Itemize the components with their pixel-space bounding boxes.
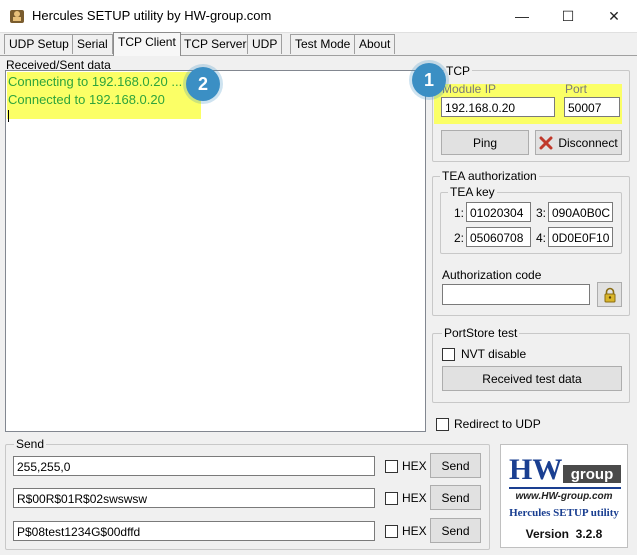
logo-product: Hercules SETUP utility (509, 507, 619, 519)
logo-version: Version 3.2.8 (525, 527, 603, 541)
minimize-button[interactable]: — (499, 0, 545, 32)
ping-button[interactable]: Ping (441, 130, 529, 155)
hercules-app-icon (10, 10, 24, 23)
tea-key-4-input[interactable]: 0D0E0F10 (548, 227, 613, 247)
disconnect-label: Disconnect (558, 135, 618, 150)
disconnect-x-icon (539, 136, 553, 149)
tab-tcp-client[interactable]: TCP Client (113, 32, 181, 56)
tab-test-mode[interactable]: Test Mode (290, 34, 356, 54)
send-group-title: Send (14, 437, 47, 451)
received-line: Connecting to 192.168.0.20 ... (8, 74, 183, 89)
logo-hw-text: HW (509, 453, 563, 486)
send-button-2[interactable]: Send (430, 485, 481, 510)
hex-checkbox-1[interactable] (385, 460, 398, 473)
tab-serial[interactable]: Serial (72, 34, 113, 54)
nvt-disable-label: NVT disable (461, 347, 527, 361)
received-test-data-button[interactable]: Received test data (442, 366, 622, 391)
hex-label: HEX (402, 459, 427, 473)
authorization-code-input[interactable] (442, 284, 590, 305)
minimize-icon: — (515, 8, 529, 24)
logo-url: www.HW-group.com (515, 491, 613, 502)
maximize-button[interactable]: ☐ (545, 0, 591, 32)
module-ip-input[interactable]: 192.168.0.20 (441, 97, 555, 117)
tea-group-title: TEA authorization (440, 169, 539, 183)
tea-key-number: 1: (454, 206, 465, 220)
tab-udp[interactable]: UDP (247, 34, 283, 54)
hex-label: HEX (402, 524, 427, 538)
logo-rule (509, 487, 621, 489)
annotation-badge-2: 2 (186, 67, 220, 101)
nvt-disable-checkbox[interactable] (442, 348, 455, 361)
disconnect-button[interactable]: Disconnect (535, 130, 622, 155)
tea-key-number: 4: (536, 231, 547, 245)
redirect-udp-checkbox[interactable] (436, 418, 449, 431)
tea-key-number: 2: (454, 231, 465, 245)
send-button-1[interactable]: Send (430, 453, 481, 478)
close-button[interactable]: ✕ (591, 0, 637, 32)
module-ip-label: Module IP (442, 82, 497, 96)
tcp-group-title: TCP (444, 64, 472, 78)
hw-group-logo[interactable]: HW group www.HW-group.com Hercules SETUP… (500, 444, 628, 548)
tea-key-1-input[interactable]: 01020304 (466, 202, 531, 222)
lock-button[interactable] (597, 282, 622, 307)
tab-divider (0, 55, 637, 56)
tea-key-2-input[interactable]: 05060708 (466, 227, 531, 247)
maximize-icon: ☐ (561, 7, 575, 24)
tab-about[interactable]: About (354, 34, 396, 54)
annotation-badge-1: 1 (412, 63, 446, 97)
hex-checkbox-3[interactable] (385, 525, 398, 538)
received-data-area[interactable]: Connecting to 192.168.0.20 ... Connected… (5, 70, 426, 432)
tea-key-number: 3: (536, 206, 547, 220)
tab-udp-setup[interactable]: UDP Setup (4, 34, 74, 54)
tea-key-title: TEA key (448, 185, 497, 199)
tea-key-3-input[interactable]: 090A0B0C (548, 202, 613, 222)
logo-group-text: group (563, 465, 621, 483)
port-label: Port (565, 82, 588, 96)
authorization-code-label: Authorization code (442, 268, 542, 282)
hex-checkbox-2[interactable] (385, 492, 398, 505)
redirect-udp-label: Redirect to UDP (454, 417, 541, 431)
send-input-2[interactable]: R$00R$01R$02swswsw (13, 488, 375, 508)
send-input-3[interactable]: P$08test1234G$00dffd (13, 521, 375, 541)
text-cursor (8, 110, 9, 122)
hex-label: HEX (402, 491, 427, 505)
lock-icon (604, 287, 615, 302)
portstore-group-title: PortStore test (442, 326, 520, 340)
window-title: Hercules SETUP utility by HW-group.com (32, 8, 272, 23)
title-bar[interactable]: Hercules SETUP utility by HW-group.com —… (0, 0, 637, 32)
tab-tcp-server[interactable]: TCP Server (179, 34, 252, 54)
close-icon: ✕ (608, 7, 620, 24)
send-input-1[interactable]: 255,255,0 (13, 456, 375, 476)
send-button-3[interactable]: Send (430, 518, 481, 543)
received-line: Connected to 192.168.0.20 (8, 92, 165, 107)
port-input[interactable]: 50007 (564, 97, 620, 117)
